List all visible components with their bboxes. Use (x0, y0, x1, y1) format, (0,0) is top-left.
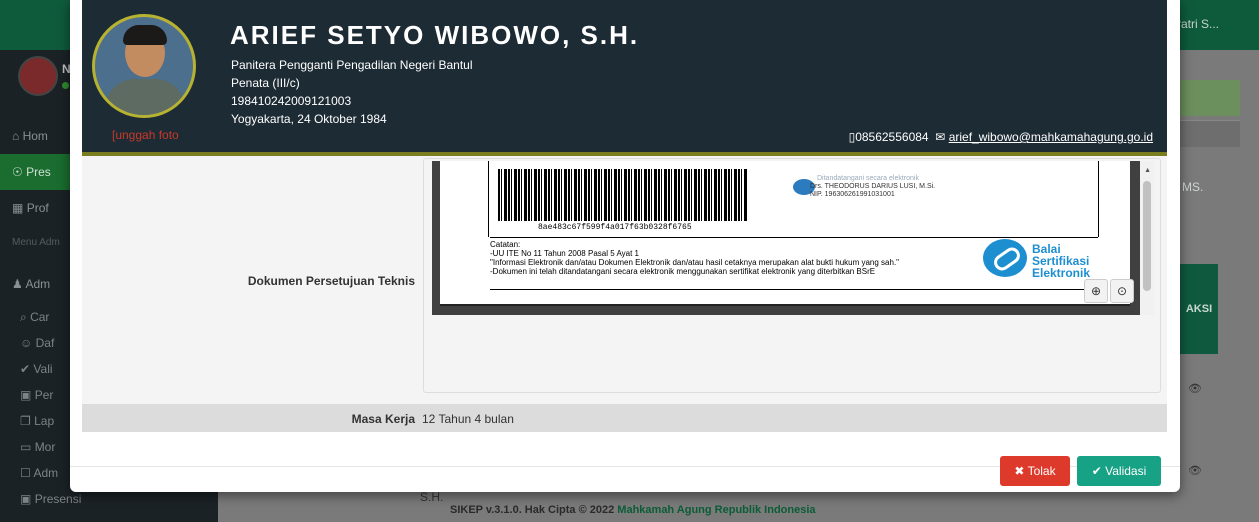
copy-icon: ❐ (20, 414, 31, 428)
fingerprint-icon: ☉ (12, 165, 23, 179)
upload-photo-link[interactable]: [unggah foto (112, 128, 179, 142)
profile-header: [unggah foto ARIEF SETYO WIBOWO, S.H. Pa… (82, 0, 1167, 156)
sidebar-item-label: Pres (26, 165, 51, 179)
signature-nip: NIP. 196306261991031001 (810, 191, 895, 198)
document-container: 8ae483c67f599f4a017f63b0328f6765 Ditanda… (423, 158, 1161, 393)
footer: SIKEP v.3.1.0. Hak Cipta © 2022 Mahkamah… (450, 504, 816, 516)
pdf-page: 8ae483c67f599f4a017f63b0328f6765 Ditanda… (440, 161, 1130, 304)
profile-photo (92, 14, 196, 118)
note-line: -Dokumen ini telah ditandatangani secara… (490, 267, 876, 276)
navbar-user-name[interactable]: ratri S... (1177, 17, 1219, 31)
check-icon: ✔ (1091, 464, 1102, 478)
online-status-icon (62, 82, 69, 89)
profile-contact: ▯08562556084 ✉ arief_wibowo@mahkamahagun… (849, 130, 1153, 144)
home-icon: ⌂ (12, 129, 20, 143)
users-icon: ☺ (20, 336, 33, 350)
barcode-text: 8ae483c67f599f4a017f63b0328f6765 (538, 223, 692, 232)
sidebar-item-label: Prof (26, 201, 49, 215)
validate-button[interactable]: ✔ Validasi (1077, 456, 1161, 486)
footer-link[interactable]: Mahkamah Agung Republik Indonesia (617, 504, 815, 516)
profile-position: Panitera Pengganti Pengadilan Negeri Ban… (231, 58, 473, 72)
note-line: "Informasi Elektronik dan/atau Dokumen E… (490, 258, 900, 267)
profile-birth: Yogyakarta, 24 Oktober 1984 (231, 112, 387, 126)
note-line: Catatan: (490, 240, 521, 249)
bsre-text: Elektronik (1032, 266, 1091, 280)
eye-icon[interactable]: 👁 (1188, 464, 1202, 478)
viewer-scrollbar[interactable]: ▲ (1140, 161, 1154, 315)
check-icon: ✔ (20, 362, 31, 376)
building-icon: ▦ (12, 201, 24, 215)
mail-icon: ✉ (935, 130, 946, 144)
validation-modal: [unggah foto ARIEF SETYO WIBOWO, S.H. Pa… (70, 0, 1180, 492)
alert-bar (1180, 80, 1240, 116)
scroll-thumb[interactable] (1143, 181, 1151, 291)
calendar-icon: ▣ (20, 492, 32, 506)
masa-kerja-row: Masa Kerja 12 Tahun 4 bulan (82, 404, 1167, 432)
sidebar-item-label: Adm (25, 277, 51, 291)
monitor-icon: ▭ (20, 440, 32, 454)
download-icon[interactable]: ⊕ (1084, 279, 1108, 303)
signature-name: Drs. THEODORUS DARIUS LUSI, M.Si. (810, 183, 936, 190)
pdf-viewer[interactable]: 8ae483c67f599f4a017f63b0328f6765 Ditanda… (432, 161, 1154, 315)
barcode-image (498, 169, 748, 221)
search-icon: ⌕ (20, 310, 27, 324)
signature-line: Ditandatangani secara elektronik (817, 175, 919, 182)
footer-text: SIKEP v.3.1.0. Hak Cipta © 2022 (450, 504, 618, 516)
sidebar-item-label: Hom (22, 129, 48, 143)
zoom-icon[interactable]: ⊙ (1110, 279, 1134, 303)
eye-icon[interactable]: 👁 (1188, 382, 1202, 396)
document-label: Dokumen Persetujuan Teknis (247, 274, 415, 288)
profile-email[interactable]: arief_wibowo@mahkamahagung.go.id (949, 130, 1153, 144)
profile-name: ARIEF SETYO WIBOWO, S.H. (230, 20, 640, 50)
profile-nip: 198410242009121003 (231, 94, 352, 108)
table-cell: S.H. (420, 490, 444, 504)
scroll-up-icon[interactable]: ▲ (1144, 167, 1151, 174)
masa-kerja-label: Masa Kerja (351, 412, 415, 426)
table-header-aksi: AKSI (1180, 264, 1218, 354)
profile-phone: 08562556084 (855, 130, 929, 144)
masa-kerja-value: 12 Tahun 4 bulan (422, 412, 514, 426)
column-label: MS. (1182, 180, 1204, 194)
calendar-icon: ▣ (20, 388, 32, 402)
info-bar (1180, 120, 1240, 147)
note-icon: ☐ (20, 466, 31, 480)
note-line: -UU ITE No 11 Tahun 2008 Pasal 5 Ayat 1 (490, 249, 639, 258)
profile-rank: Penata (III/c) (231, 76, 300, 90)
user-icon: ♟ (12, 277, 23, 291)
document-row: Dokumen Persetujuan Teknis 8ae483c67f599… (82, 156, 1167, 404)
bsre-logo (983, 239, 1027, 277)
reject-button[interactable]: ✖ Tolak (1000, 456, 1070, 486)
avatar (18, 56, 58, 96)
close-icon: ✖ (1014, 464, 1025, 478)
